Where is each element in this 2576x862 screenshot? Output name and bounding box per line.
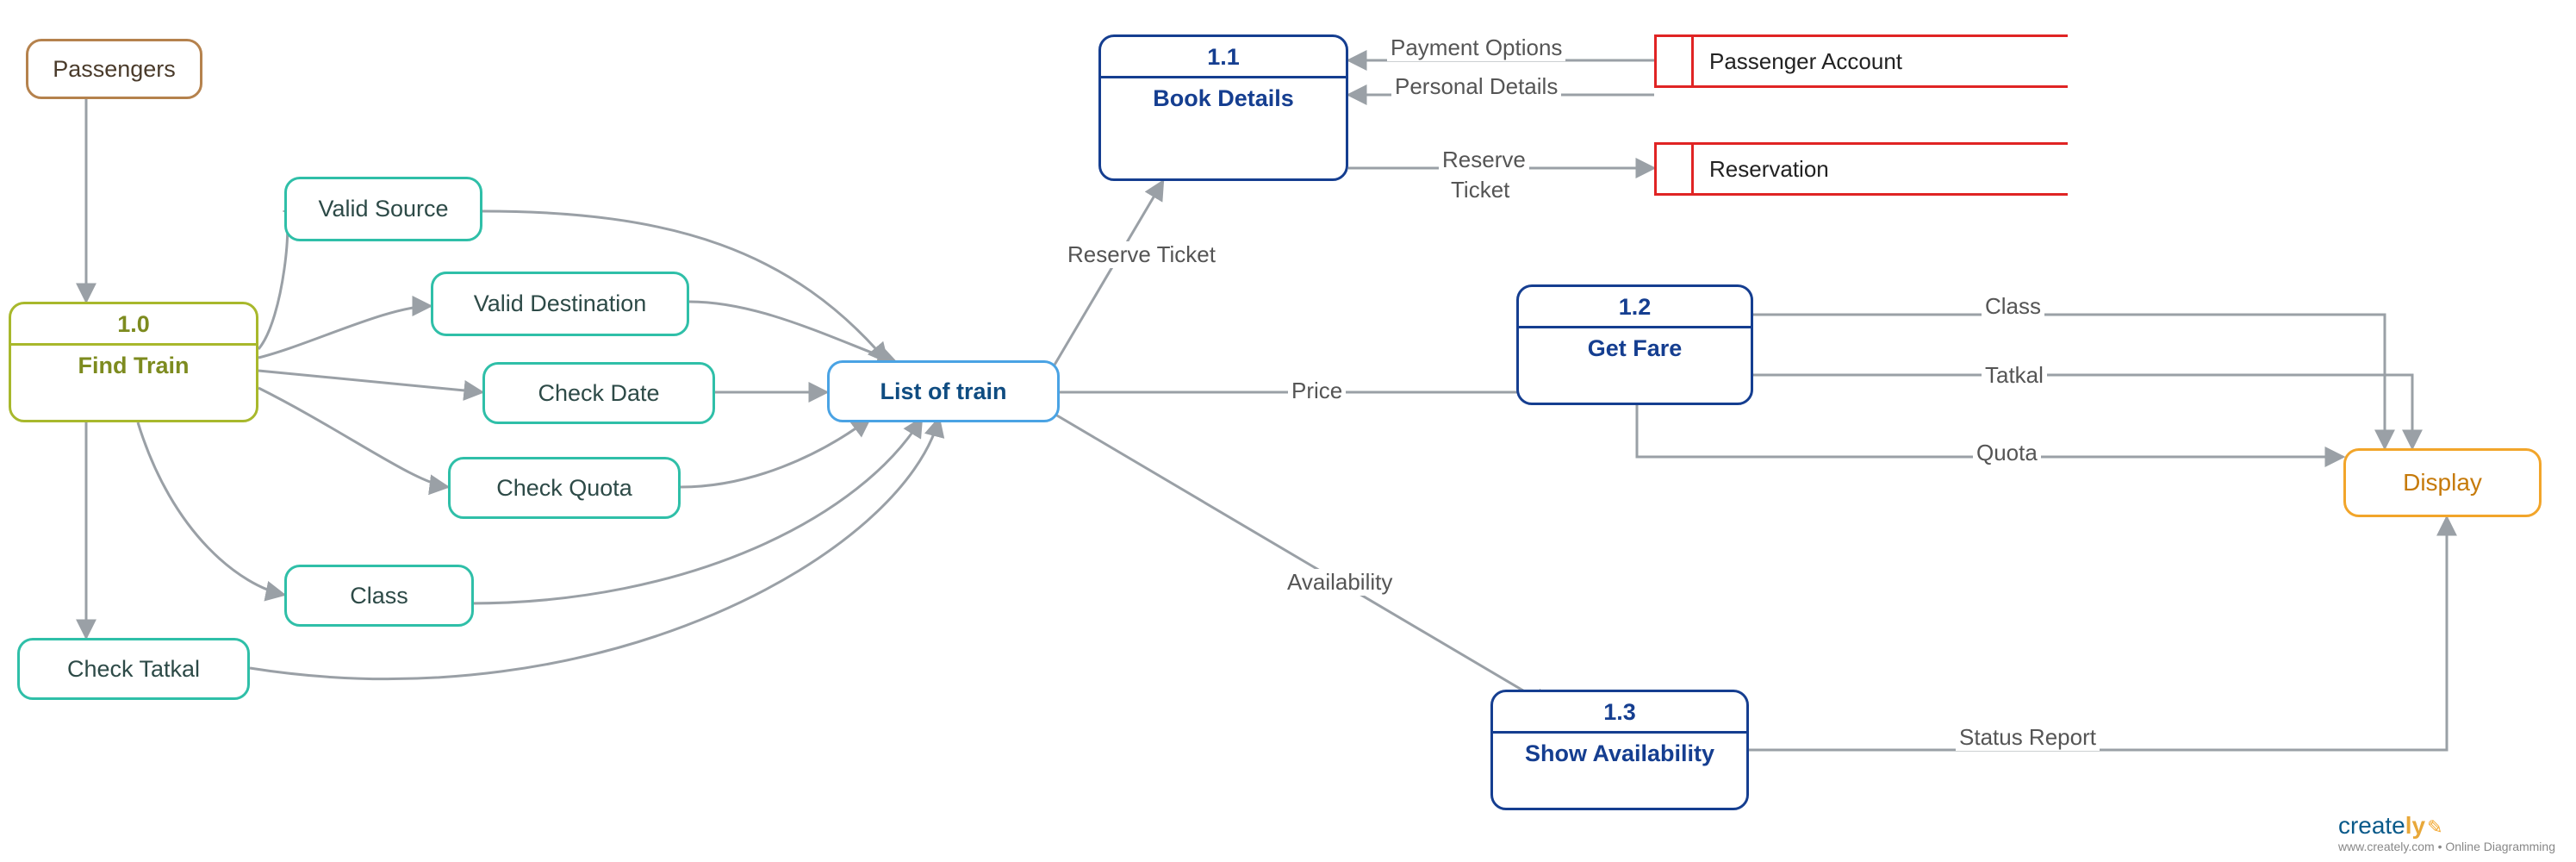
bulb-icon: ✎ xyxy=(2427,816,2442,838)
node-passengers: Passengers xyxy=(26,39,202,99)
node-list-of-train: List of train xyxy=(827,360,1060,422)
brand-part2: ly xyxy=(2405,812,2425,839)
store-handle-icon xyxy=(1657,145,1694,193)
edge-quota: Quota xyxy=(1973,440,2041,466)
edge-tatkal: Tatkal xyxy=(1982,362,2047,389)
get-fare-title: Get Fare xyxy=(1579,328,1691,371)
store-passenger-account: Passenger Account xyxy=(1654,34,2068,88)
list-of-train-label: List of train xyxy=(880,378,1007,405)
node-valid-source: Valid Source xyxy=(284,177,482,241)
footer-sub: www.creately.com • Online Diagramming xyxy=(2338,840,2555,853)
edge-payment-options: Payment Options xyxy=(1387,34,1565,61)
edge-availability: Availability xyxy=(1284,569,1396,596)
node-valid-destination: Valid Destination xyxy=(431,272,689,336)
node-get-fare: 1.2 Get Fare xyxy=(1516,284,1753,405)
show-availability-number: 1.3 xyxy=(1603,692,1636,726)
node-display: Display xyxy=(2343,448,2542,517)
footer: creately✎ www.creately.com • Online Diag… xyxy=(2338,812,2555,853)
edge-ticket: Ticket xyxy=(1447,177,1513,203)
book-details-number: 1.1 xyxy=(1207,37,1240,71)
node-check-quota: Check Quota xyxy=(448,457,681,519)
node-show-availability: 1.3 Show Availability xyxy=(1490,690,1749,810)
node-passengers-label: Passengers xyxy=(53,56,176,83)
valid-destination-label: Valid Destination xyxy=(474,290,647,317)
check-quota-label: Check Quota xyxy=(496,475,632,502)
diagram-canvas: Passengers 1.0 Find Train Valid Source V… xyxy=(0,0,2576,862)
store-reservation: Reservation xyxy=(1654,142,2068,196)
edge-price: Price xyxy=(1288,378,1346,404)
passenger-account-label: Passenger Account xyxy=(1694,48,1902,75)
footer-brand: creately✎ xyxy=(2338,812,2555,840)
store-handle-icon xyxy=(1657,37,1694,85)
check-date-label: Check Date xyxy=(538,380,659,407)
edge-reserve-ticket: Reserve Ticket xyxy=(1064,241,1219,268)
show-availability-title: Show Availability xyxy=(1516,734,1723,776)
class-label: Class xyxy=(350,583,408,609)
edge-reserve: Reserve xyxy=(1439,147,1529,173)
edge-class: Class xyxy=(1982,293,2044,320)
edge-status-report: Status Report xyxy=(1956,724,2100,751)
edge-personal-details: Personal Details xyxy=(1391,73,1561,100)
brand-part1: create xyxy=(2338,812,2405,839)
node-book-details: 1.1 Book Details xyxy=(1098,34,1348,181)
valid-source-label: Valid Source xyxy=(318,196,448,222)
find-train-title: Find Train xyxy=(69,346,197,388)
node-check-tatkal: Check Tatkal xyxy=(17,638,250,700)
check-tatkal-label: Check Tatkal xyxy=(67,656,200,683)
node-class: Class xyxy=(284,565,474,627)
display-label: Display xyxy=(2403,469,2482,497)
node-check-date: Check Date xyxy=(482,362,715,424)
reservation-label: Reservation xyxy=(1694,156,1829,183)
book-details-title: Book Details xyxy=(1144,78,1303,121)
node-find-train: 1.0 Find Train xyxy=(9,302,258,422)
find-train-number: 1.0 xyxy=(117,304,150,338)
get-fare-number: 1.2 xyxy=(1619,287,1652,321)
